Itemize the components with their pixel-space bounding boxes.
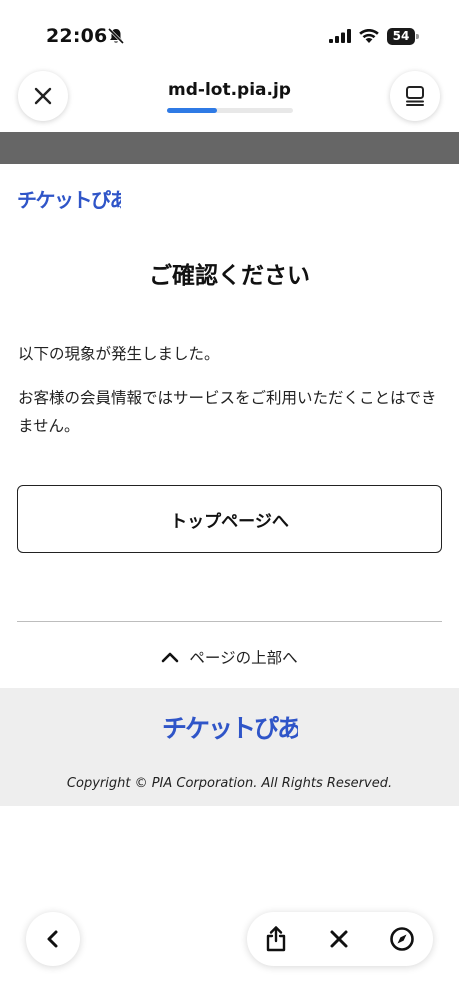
battery-icon: 54 bbox=[387, 28, 419, 45]
error-message-1: 以下の現象が発生しました。 bbox=[18, 345, 220, 363]
share-button[interactable] bbox=[262, 925, 290, 953]
svg-text:チケットぴあ: チケットぴあ bbox=[17, 188, 121, 212]
svg-text:チケットぴあ: チケットぴあ bbox=[162, 714, 298, 743]
header-band bbox=[0, 132, 459, 164]
battery-level: 54 bbox=[392, 29, 410, 43]
chevron-up-icon bbox=[162, 652, 179, 663]
signal-icon bbox=[329, 29, 351, 43]
load-progress-bar bbox=[167, 108, 293, 113]
stop-button[interactable] bbox=[325, 925, 353, 953]
stop-icon bbox=[330, 930, 348, 948]
status-time: 22:06 bbox=[46, 25, 108, 47]
tabs-icon bbox=[406, 86, 424, 106]
safari-button[interactable] bbox=[388, 925, 416, 953]
page-top-link-label: ページの上部へ bbox=[189, 649, 298, 667]
load-progress-fill bbox=[167, 108, 218, 113]
divider bbox=[17, 621, 442, 622]
browser-header: md-lot.pia.jp bbox=[0, 60, 459, 132]
back-button[interactable] bbox=[26, 912, 80, 966]
footer-logo[interactable]: チケットぴあ bbox=[162, 713, 298, 743]
top-page-button[interactable]: トップページへ bbox=[17, 485, 442, 553]
ticket-pia-logo[interactable]: チケットぴあ bbox=[17, 186, 121, 212]
compass-icon bbox=[390, 927, 414, 951]
bell-off-icon bbox=[107, 27, 125, 45]
error-message-2: お客様の会員情報ではサービスをご利用いただくことはできません。 bbox=[18, 389, 437, 435]
bottom-toolbar bbox=[247, 912, 433, 966]
page-title: ご確認ください bbox=[149, 263, 310, 289]
share-icon bbox=[266, 926, 286, 952]
status-bar: 22:06 54 bbox=[0, 0, 459, 60]
tabs-button[interactable] bbox=[390, 71, 440, 121]
footer: Copyright © PIA Corporation. All Rights … bbox=[0, 688, 459, 806]
copyright-text: Copyright © PIA Corporation. All Rights … bbox=[66, 776, 393, 791]
page-top-link[interactable]: ページの上部へ bbox=[0, 646, 459, 668]
wifi-icon bbox=[359, 29, 379, 43]
back-icon bbox=[47, 930, 58, 948]
